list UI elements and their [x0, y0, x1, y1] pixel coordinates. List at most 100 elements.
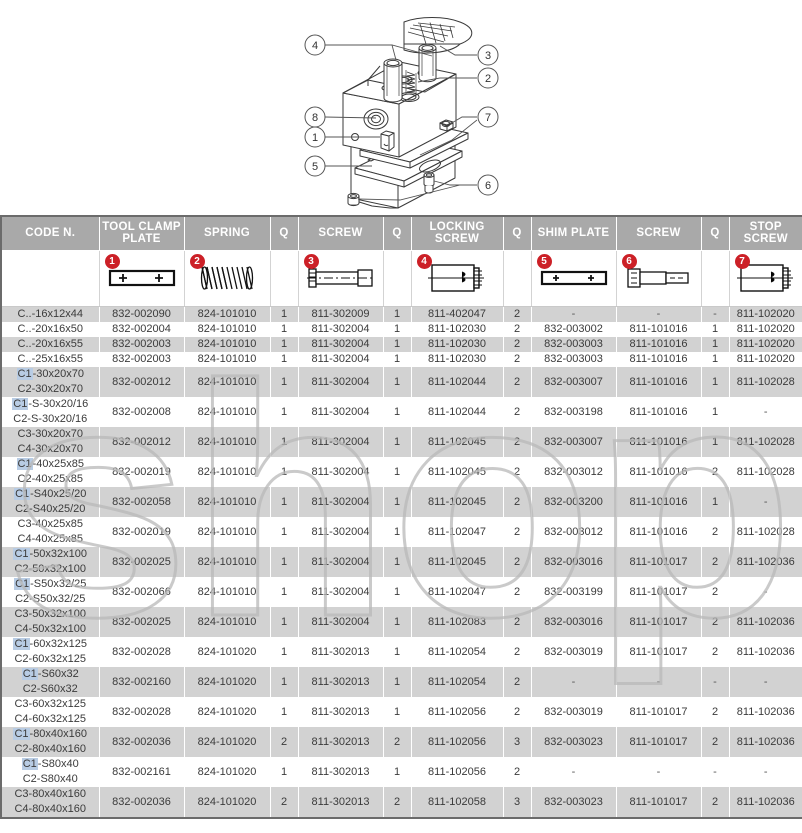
cell-q-screw-1: 1: [382, 606, 412, 637]
icon-cell-screw-1: 3: [297, 250, 384, 307]
code-line: C1-80x40x160: [13, 727, 88, 740]
col-header-q-screw-1: Q: [382, 215, 412, 251]
cell-spring: 824-101020: [183, 696, 271, 727]
cell-q-screw-2: 2: [700, 726, 730, 757]
code-line: C1-30x20x70: [16, 367, 84, 380]
cell-q-screw-2: 1: [700, 351, 730, 367]
cell-q-locking-screw: 2: [502, 666, 532, 697]
code-prefix-highlight: C1: [14, 577, 31, 590]
badge-2: 2: [189, 253, 205, 269]
cell-shim-plate: 832-003016: [530, 606, 617, 637]
cell-tool-clamp-plate: 832-002161: [98, 756, 185, 787]
col-header-stop-screw: STOP SCREW: [728, 215, 802, 251]
table-row[interactable]: C1-S80x40 C2-S80x40 832-002161 824-101020 1 8…: [0, 756, 802, 787]
cell-code: C1-40x25x85 C2-40x25x85: [0, 456, 100, 487]
table-header-row: CODE N. TOOL CLAMP PLATE SPRING Q SCREW …: [0, 215, 802, 251]
table-row[interactable]: C1-S-30x20/16 C2-S-30x20/16 832-002008 824-…: [0, 396, 802, 427]
cell-q-screw-2: -: [700, 666, 730, 697]
cell-q-screw-1: 1: [382, 321, 412, 337]
table-row[interactable]: C..-20x16x55 832-002003 824-101010 1 811-302…: [0, 336, 802, 352]
table-row[interactable]: C1-60x32x125 C2-60x32x125 832-002028 824-10…: [0, 636, 802, 667]
code-line: C2-30x20x70: [17, 382, 83, 395]
cell-q-spring: 1: [269, 516, 299, 547]
cell-screw-1: 811-302013: [297, 696, 384, 727]
technical-drawing-panel: 4 3 2 8 1 5 7 6: [0, 0, 802, 215]
col-header-tool-clamp-plate: TOOL CLAMP PLATE: [98, 215, 185, 251]
cell-tool-clamp-plate: 832-002028: [98, 696, 185, 727]
table-row[interactable]: C..-20x16x50 832-002004 824-101010 1 811-302…: [0, 321, 802, 337]
cell-code: C3-80x40x160 C4-80x40x160: [0, 786, 100, 819]
table-row[interactable]: C1-S40x25/20 C2-S40x25/20 832-002058 824-10…: [0, 486, 802, 517]
cell-q-locking-screw: 2: [502, 321, 532, 337]
cell-screw-2: 811-101017: [615, 786, 702, 819]
code-line: C1-40x25x85: [16, 457, 84, 470]
badge-7: 7: [734, 253, 750, 269]
cell-q-screw-1: 1: [382, 396, 412, 427]
cell-tool-clamp-plate: 832-002160: [98, 666, 185, 697]
cell-code: C1-S50x32/25 C2-S50x32/25: [0, 576, 100, 607]
code-line: C1-S60x32: [21, 667, 79, 680]
table-row[interactable]: C3-40x25x85 C4-40x25x85 832-002019 824-1010…: [0, 516, 802, 547]
table-row[interactable]: C3-60x32x125 C4-60x32x125 832-002028 824-10…: [0, 696, 802, 727]
badge-1: 1: [104, 253, 120, 269]
table-row[interactable]: C1-S60x32 C2-S60x32 832-002160 824-101020 1 8…: [0, 666, 802, 697]
badge-4: 4: [416, 253, 432, 269]
table-row[interactable]: C..-16x12x44 832-002090 824-101010 1 811-302…: [0, 306, 802, 322]
table-row[interactable]: C3-30x20x70 C4-30x20x70 832-002012 824-1010…: [0, 426, 802, 457]
svg-text:6: 6: [485, 180, 491, 192]
table-row[interactable]: C3-80x40x160 C4-80x40x160 832-002036 824-10…: [0, 786, 802, 819]
badge-5: 5: [536, 253, 552, 269]
col-header-screw-1: SCREW: [297, 215, 384, 251]
col-header-spring: SPRING: [183, 215, 271, 251]
icon-cell-screw-2: 6: [615, 250, 702, 307]
cell-stop-screw: 811-102020: [728, 306, 802, 322]
cell-screw-2: 811-101016: [615, 351, 702, 367]
cell-screw-1: 811-302009: [297, 306, 384, 322]
cell-q-screw-2: 2: [700, 576, 730, 607]
cell-q-spring: 2: [269, 726, 299, 757]
cell-screw-2: 811-101016: [615, 396, 702, 427]
svg-text:3: 3: [485, 50, 491, 62]
cell-shim-plate: 832-003007: [530, 366, 617, 397]
cell-locking-screw: 811-102054: [410, 636, 504, 667]
cell-q-screw-2: 1: [700, 426, 730, 457]
table-row[interactable]: C1-80x40x160 C2-80x40x160 832-002036 824-10…: [0, 726, 802, 757]
cell-spring: 824-101010: [183, 396, 271, 427]
cell-shim-plate: 832-003003: [530, 336, 617, 352]
cell-q-spring: 1: [269, 336, 299, 352]
cell-shim-plate: 832-003016: [530, 546, 617, 577]
cell-code: C..-16x12x44: [0, 306, 100, 322]
cell-q-screw-1: 1: [382, 306, 412, 322]
table-row[interactable]: C3-50x32x100 C4-50x32x100 832-002025 824-10…: [0, 606, 802, 637]
cell-q-screw-1: 1: [382, 336, 412, 352]
cell-screw-2: -: [615, 666, 702, 697]
cell-spring: 824-101020: [183, 756, 271, 787]
code-line: C3-60x32x125: [14, 697, 87, 710]
cell-tool-clamp-plate: 832-002003: [98, 351, 185, 367]
cell-shim-plate: 832-003012: [530, 456, 617, 487]
table-row[interactable]: C1-S50x32/25 C2-S50x32/25 832-002066 824-10…: [0, 576, 802, 607]
cell-q-locking-screw: 2: [502, 696, 532, 727]
table-row[interactable]: C1-30x20x70 C2-30x20x70 832-002012 824-1010…: [0, 366, 802, 397]
cell-q-screw-2: 2: [700, 786, 730, 819]
cell-q-screw-1: 1: [382, 756, 412, 787]
cell-q-screw-2: 1: [700, 366, 730, 397]
cell-code: C..-20x16x50: [0, 321, 100, 337]
cell-screw-1: 811-302013: [297, 756, 384, 787]
table-row[interactable]: C1-40x25x85 C2-40x25x85 832-002019 824-1010…: [0, 456, 802, 487]
cell-tool-clamp-plate: 832-002008: [98, 396, 185, 427]
cell-q-spring: 1: [269, 321, 299, 337]
cell-screw-1: 811-302004: [297, 366, 384, 397]
cell-q-spring: 1: [269, 306, 299, 322]
cell-screw-1: 811-302004: [297, 456, 384, 487]
cell-screw-1: 811-302004: [297, 426, 384, 457]
cell-spring: 824-101020: [183, 726, 271, 757]
cell-q-screw-1: 1: [382, 546, 412, 577]
icon-cell-spring: 2: [183, 250, 271, 307]
cell-code: C1-S80x40 C2-S80x40: [0, 756, 100, 787]
code-line: C2-50x32x100: [14, 562, 87, 575]
cell-q-screw-2: 2: [700, 606, 730, 637]
table-row[interactable]: C1-50x32x100 C2-50x32x100 832-002025 824-10…: [0, 546, 802, 577]
cell-q-spring: 1: [269, 546, 299, 577]
table-row[interactable]: C..-25x16x55 832-002003 824-101010 1 811-302…: [0, 351, 802, 367]
